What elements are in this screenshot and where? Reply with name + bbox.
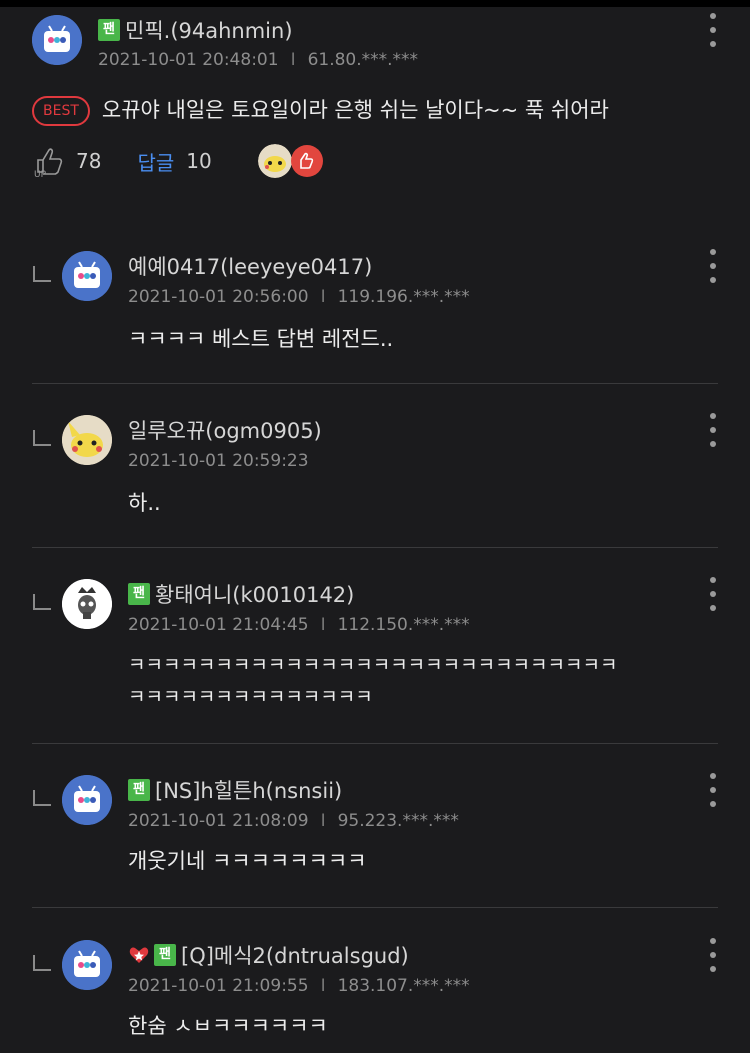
reply-body: 하.. [128, 491, 161, 515]
username[interactable]: 민픽.(94ahnmin) [125, 15, 293, 45]
reply-indicator-icon [33, 790, 51, 806]
reply-body: ㅋㅋㅋㅋㅋㅋㅋㅋㅋㅋㅋㅋㅋㅋㅋㅋㅋㅋㅋㅋㅋㅋㅋㅋㅋㅋㅋㅋ [128, 654, 618, 676]
skull-avatar-icon [62, 579, 112, 629]
username[interactable]: [Q]메식2(dntrualsgud) [181, 940, 409, 970]
avatar-reply-4[interactable] [62, 775, 112, 825]
comment-datetime: 2021-10-01 21:04:45 [128, 615, 309, 635]
username[interactable]: 예예0417(leeyeye0417) [128, 251, 372, 281]
reply-author[interactable]: 팬 황태여니(k0010142) [128, 579, 354, 609]
comment-datetime: 2021-10-01 21:09:55 [128, 976, 309, 996]
reply-indicator-icon [33, 955, 51, 971]
more-options-icon[interactable] [708, 938, 718, 972]
divider [32, 907, 718, 908]
reply-meta: 2021-10-01 20:56:00 I 119.196.***.*** [128, 287, 470, 307]
more-options-icon[interactable] [708, 249, 718, 283]
more-options-icon[interactable] [708, 577, 718, 611]
comment-datetime: 2021-10-01 21:08:09 [128, 811, 309, 831]
comment-datetime: 2021-10-01 20:56:00 [128, 287, 309, 307]
comment-ip: 183.107.***.*** [337, 976, 470, 996]
thumbs-up-icon[interactable]: UP [32, 144, 68, 178]
reply-author[interactable]: 예예0417(leeyeye0417) [128, 251, 372, 281]
reply-body: 개웃기네 ㅋㅋㅋㅋㅋㅋㅋㅋ [128, 849, 367, 873]
reply-author[interactable]: 일루오뀨(ogm0905) [128, 415, 322, 445]
comment-ip: 95.223.***.*** [337, 811, 459, 831]
top-comment-body: BEST 오뀨야 내일은 토요일이라 은행 쉬는 날이다~~ 푹 쉬어라 [32, 94, 609, 126]
tv-mascot-icon [62, 251, 112, 301]
more-options-icon[interactable] [708, 13, 718, 47]
pikachu-sticker-icon[interactable] [258, 144, 292, 178]
comment-ip: 119.196.***.*** [337, 287, 470, 307]
reply-indicator-icon [33, 430, 51, 446]
fan-badge: 팬 [98, 19, 120, 41]
comment-ip: 61.80.***.*** [307, 50, 419, 70]
reply-meta: 2021-10-01 21:08:09 I 95.223.***.*** [128, 811, 459, 831]
avatar-reply-1[interactable] [62, 251, 112, 301]
heart-badge-icon [129, 947, 149, 963]
reply-meta: 2021-10-01 20:59:23 [128, 451, 309, 471]
comment-datetime: 2021-10-01 20:59:23 [128, 451, 309, 471]
top-comment-author[interactable]: 팬 민픽.(94ahnmin) [98, 15, 293, 45]
avatar-reply-3[interactable] [62, 579, 112, 629]
fan-badge: 팬 [128, 779, 150, 801]
tv-mascot-icon [62, 775, 112, 825]
comment-datetime: 2021-10-01 20:48:01 [98, 50, 279, 70]
reply-indicator-icon [33, 594, 51, 610]
comment-ip: 112.150.***.*** [337, 615, 470, 635]
reply-body-continued: ㅋㅋㅋㅋㅋㅋㅋㅋㅋㅋㅋㅋㅋㅋ [128, 686, 373, 708]
best-badge: BEST [32, 96, 90, 126]
reply-button[interactable]: 답글 [137, 147, 174, 176]
avatar-minpik[interactable] [32, 15, 82, 65]
divider [32, 743, 718, 744]
fan-badge: 팬 [128, 583, 150, 605]
reply-author[interactable]: 팬 [NS]h힐튼h(nsnsii) [128, 775, 342, 805]
reply-meta: 2021-10-01 21:04:45 I 112.150.***.*** [128, 615, 470, 635]
username[interactable]: [NS]h힐튼h(nsnsii) [155, 775, 342, 805]
reply-author[interactable]: 팬 [Q]메식2(dntrualsgud) [128, 940, 409, 970]
top-comment-meta: 2021-10-01 20:48:01 I 61.80.***.*** [98, 50, 419, 70]
like-count: 78 [76, 149, 102, 173]
username[interactable]: 황태여니(k0010142) [155, 579, 354, 609]
tv-mascot-icon [62, 940, 112, 990]
svg-text:UP: UP [34, 170, 47, 178]
fan-badge: 팬 [154, 944, 176, 966]
divider [32, 547, 718, 548]
thumbs-up-reaction-icon[interactable] [290, 144, 324, 178]
more-options-icon[interactable] [708, 413, 718, 447]
username[interactable]: 일루오뀨(ogm0905) [128, 415, 322, 445]
more-options-icon[interactable] [708, 773, 718, 807]
top-status-strip [0, 0, 750, 7]
comment-text: 오뀨야 내일은 토요일이라 은행 쉬는 날이다~~ 푹 쉬어라 [101, 98, 609, 122]
pikachu-avatar-icon [62, 415, 112, 465]
reply-count: 10 [186, 149, 212, 173]
top-comment-actions: UP 78 답글 10 [32, 144, 212, 178]
reply-body: ㅋㅋㅋㅋ 베스트 답변 레전드.. [128, 327, 394, 351]
tv-mascot-icon [32, 15, 82, 65]
avatar-reply-2[interactable] [62, 415, 112, 465]
reply-indicator-icon [33, 266, 51, 282]
reply-body: 한숨 ㅅㅂㅋㅋㅋㅋㅋㅋ [128, 1014, 328, 1038]
divider [32, 383, 718, 384]
avatar-reply-5[interactable] [62, 940, 112, 990]
reply-meta: 2021-10-01 21:09:55 I 183.107.***.*** [128, 976, 470, 996]
